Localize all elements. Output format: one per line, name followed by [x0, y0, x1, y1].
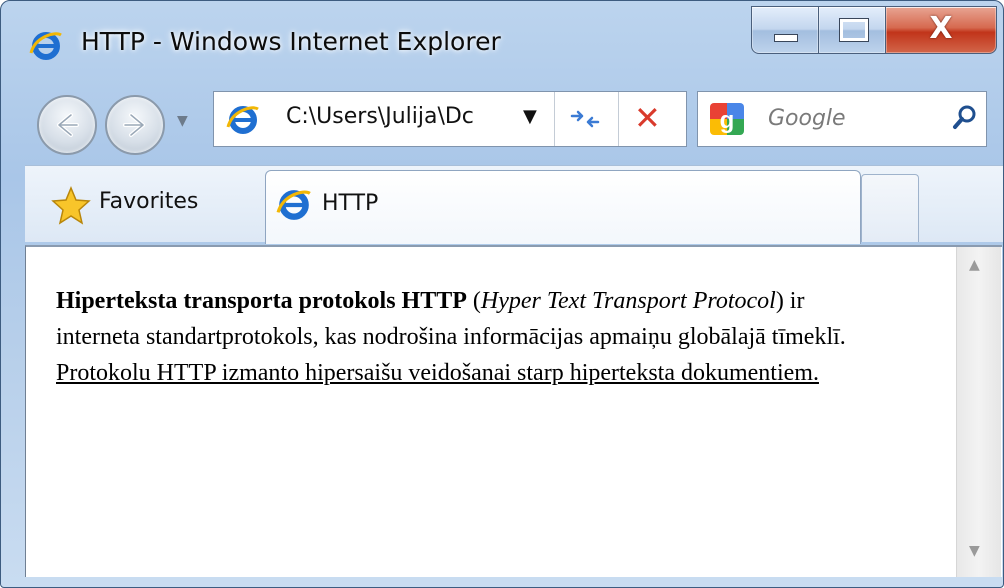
page-paragraph: Hiperteksta transporta protokols HTTP (H… [56, 283, 886, 391]
minimize-icon [774, 34, 798, 42]
minimize-button[interactable] [751, 6, 819, 54]
address-bar[interactable]: C:\Users\Julija\Dc ▼ ✕ [213, 91, 687, 147]
italic-term: Hyper Text Transport Protocol [480, 288, 776, 314]
search-icon[interactable] [952, 104, 978, 132]
window-title: HTTP - Windows Internet Explorer [81, 27, 501, 56]
page-content: Hiperteksta transporta protokols HTTP (H… [25, 245, 1002, 577]
maximize-icon [839, 18, 869, 42]
navigation-bar: ▼ C:\Users\Julija\Dc ▼ ✕ g Google [1, 79, 1003, 159]
link-text[interactable]: Protokolu HTTP izmanto hipersaišu veidoš… [56, 360, 819, 386]
favorites-button[interactable]: Favorites [99, 189, 198, 214]
window-controls: X [751, 6, 997, 56]
ie-logo-icon [226, 106, 259, 134]
scroll-up-icon[interactable]: ▲ [969, 257, 980, 273]
title-bar: HTTP - Windows Internet Explorer X [1, 1, 1003, 71]
star-icon [51, 186, 91, 225]
back-icon [57, 113, 79, 137]
address-dropdown-icon[interactable]: ▼ [523, 106, 537, 127]
forward-icon [123, 113, 145, 137]
open-paren: ( [466, 288, 481, 314]
scroll-down-icon[interactable]: ▼ [969, 543, 980, 559]
tab-label: HTTP [322, 191, 379, 216]
search-box[interactable]: g Google [697, 91, 987, 147]
google-icon: g [710, 103, 744, 135]
favorites-bar-row: Favorites HTTP [1, 165, 1003, 245]
search-input[interactable]: Google [768, 106, 846, 131]
bold-term: Hiperteksta transporta protokols HTTP [56, 288, 467, 314]
ie-logo-icon [276, 190, 311, 220]
close-button[interactable]: X [885, 6, 997, 54]
favorites-bar: Favorites HTTP [25, 165, 1003, 244]
vertical-scrollbar[interactable]: ▲ ▼ [956, 247, 1001, 577]
svg-text:g: g [720, 107, 735, 134]
close-icon: X [929, 11, 953, 46]
stop-icon[interactable]: ✕ [634, 98, 661, 138]
refresh-icon[interactable] [568, 104, 602, 134]
new-tab-button[interactable] [861, 174, 919, 242]
browser-window: HTTP - Windows Internet Explorer X ▼ C:\… [0, 0, 1004, 588]
address-input[interactable]: C:\Users\Julija\Dc [286, 104, 486, 129]
ie-logo-icon [29, 32, 62, 60]
divider [618, 92, 619, 146]
recent-pages-dropdown-icon[interactable]: ▼ [177, 113, 188, 129]
back-button[interactable] [37, 95, 97, 155]
maximize-button[interactable] [818, 6, 886, 54]
forward-button[interactable] [105, 95, 165, 155]
tab-http[interactable]: HTTP [265, 170, 861, 244]
divider [554, 92, 555, 146]
